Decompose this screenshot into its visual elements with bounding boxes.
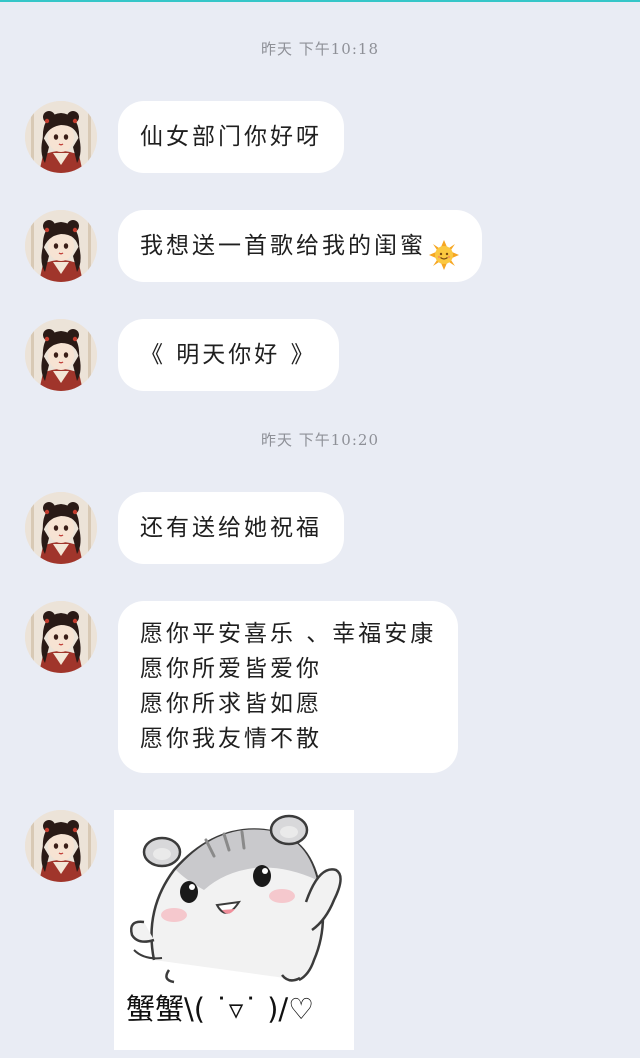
avatar[interactable] [25, 492, 97, 564]
message-bubble[interactable]: 仙女部门你好呀 [118, 101, 344, 173]
message-bubble[interactable]: 我想送一首歌给我的闺蜜 [118, 210, 482, 282]
timestamp: 昨天 下午10:20 [261, 431, 379, 449]
sun-emoji-icon [428, 228, 460, 270]
avatar[interactable] [25, 601, 97, 673]
avatar[interactable] [25, 810, 97, 882]
message-line: 愿你所求皆如愿 [140, 691, 322, 717]
sticker-caption: 蟹蟹\( ˙▿˙ )/♡ [126, 992, 315, 1026]
avatar[interactable] [25, 319, 97, 391]
message-line: 愿你所爱皆爱你 [140, 656, 322, 682]
message-line: 愿你我友情不散 [140, 726, 322, 752]
timestamp: 昨天 下午10:18 [261, 40, 379, 58]
top-accent-line [0, 0, 640, 2]
message-line: 愿你平安喜乐 、幸福安康 [140, 621, 437, 647]
message-text: 我想送一首歌给我的闺蜜 [140, 233, 426, 259]
message-bubble[interactable]: 愿你平安喜乐 、幸福安康 愿你所爱皆爱你 愿你所求皆如愿 愿你我友情不散 [118, 601, 459, 773]
message-bubble[interactable]: 《 明天你好 》 [118, 319, 339, 391]
avatar[interactable] [25, 210, 97, 282]
message-bubble[interactable]: 还有送给她祝福 [118, 492, 344, 564]
avatar[interactable] [25, 101, 97, 173]
hamster-sticker[interactable]: 蟹蟹\( ˙▿˙ )/♡ [114, 810, 354, 1050]
